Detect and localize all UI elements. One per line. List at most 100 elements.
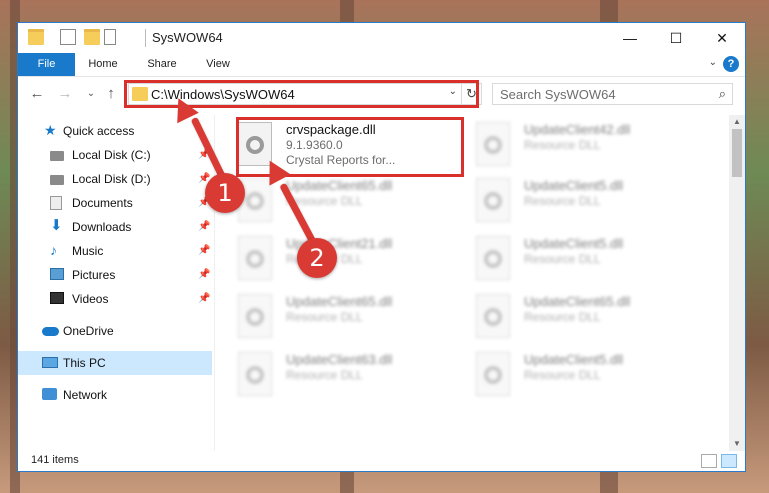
scroll-thumb[interactable] [732,129,742,177]
sidebar-item-label: OneDrive [63,324,114,338]
close-button[interactable]: ✕ [699,23,745,53]
documents-icon [50,196,62,210]
cloud-icon [42,327,59,336]
large-icons-view-button[interactable] [721,454,737,468]
list-item[interactable]: UpdateClient65.dll Resource DLL [228,291,448,345]
up-button[interactable]: ↑ [102,83,120,105]
sidebar-item-local-disk-c[interactable]: Local Disk (C:) 📌 [18,143,212,167]
sidebar-item-label: Network [63,388,108,402]
sidebar-item-label: Pictures [72,268,116,282]
navigation-bar: ← → ⌄ ↑ C:\Windows\SysWOW64 ⌄ ↻ Search S… [18,78,745,110]
new-folder-icon[interactable] [84,29,100,45]
window-title: SysWOW64 [152,30,223,45]
folder-icon [28,29,44,45]
file-list: crvspackage.dll 9.1.9360.0 Crystal Repor… [228,115,728,451]
file-name: UpdateClient5.dll [524,352,624,367]
sidebar-item-local-disk-d[interactable]: Local Disk (D:) 📌 [18,167,212,191]
annotation-badge-2: 2 [297,238,337,278]
sidebar-item-network[interactable]: Network [18,383,212,407]
dll-file-icon [476,236,510,280]
sidebar-item-quick-access[interactable]: ★ Quick access [18,119,212,143]
properties-icon[interactable] [60,29,76,45]
ribbon-collapse-icon[interactable]: ⌄ [709,57,717,68]
folder-icon [132,87,148,101]
dll-file-icon [238,236,272,280]
pin-icon: 📌 [198,221,211,232]
dll-file-icon [476,178,510,222]
tab-file[interactable]: File [18,53,75,76]
title-bar: SysWOW64 — ☐ ✕ [18,23,745,53]
vertical-scrollbar[interactable]: ▲ ▼ [729,115,745,451]
item-count: 141 items [31,454,79,466]
help-icon[interactable]: ? [723,56,739,72]
list-item[interactable]: UpdateClient65.dll Resource DLL [228,175,448,229]
videos-icon [50,292,64,304]
recent-locations-button[interactable]: ⌄ [82,83,100,105]
list-item[interactable]: UpdateClient5.dll Resource DLL [466,233,686,287]
file-description: Resource DLL [524,252,601,266]
list-item[interactable]: UpdateClient42.dll Resource DLL [466,119,686,173]
list-item[interactable]: UpdateClient5.dll Resource DLL [466,349,686,403]
title-separator [145,29,146,47]
tab-share[interactable]: Share [136,53,188,76]
network-icon [42,388,57,400]
scroll-down-button[interactable]: ▼ [729,437,745,451]
chevron-down-icon[interactable]: ⌄ [449,86,457,97]
list-item[interactable]: UpdateClient65.dll Resource DLL [466,291,686,345]
list-item[interactable]: UpdateClient5.dll Resource DLL [466,175,686,229]
gear-icon [246,136,264,154]
sidebar-item-downloads[interactable]: ⬇ Downloads 📌 [18,215,212,239]
file-name: UpdateClient5.dll [524,236,624,251]
file-description: Resource DLL [286,310,363,324]
file-description: Crystal Reports for... [286,153,396,167]
ribbon-tabs: File Home Share View ⌄ ? [18,53,745,77]
sidebar-item-label: Documents [72,196,133,210]
disk-icon [50,151,64,161]
annotation-badge-1: 1 [205,173,245,213]
sidebar-item-videos[interactable]: Videos 📌 [18,287,212,311]
file-name: crvspackage.dll [286,122,376,137]
sidebar-item-label: This PC [63,356,106,370]
file-name: UpdateClient63.dll [286,352,393,367]
customize-qa-icon[interactable] [104,29,116,45]
maximize-button[interactable]: ☐ [653,23,699,53]
tab-home[interactable]: Home [80,53,126,76]
sidebar-item-label: Music [72,244,104,258]
sidebar-item-label: Quick access [63,124,135,138]
file-name: UpdateClient65.dll [286,178,393,193]
sidebar-item-pictures[interactable]: Pictures 📌 [18,263,212,287]
minimize-button[interactable]: — [607,23,653,53]
details-view-button[interactable] [701,454,717,468]
tab-view[interactable]: View [196,53,240,76]
refresh-button[interactable]: ↻ [462,83,482,105]
sidebar-item-this-pc[interactable]: This PC [18,351,212,375]
sidebar-item-label: Local Disk (C:) [72,148,151,162]
sidebar-item-documents[interactable]: Documents 📌 [18,191,212,215]
gear-icon [246,250,264,268]
forward-button[interactable]: → [56,83,74,105]
list-item[interactable]: UpdateClient21.dll Resource DLL [228,233,448,287]
sidebar-item-onedrive[interactable]: OneDrive [18,319,212,343]
download-icon: ⬇ [50,217,63,234]
gear-icon [246,192,264,210]
gear-icon [484,308,502,326]
back-button[interactable]: ← [28,83,46,105]
pin-icon: 📌 [198,293,211,304]
file-name: UpdateClient65.dll [286,294,393,309]
search-icon[interactable]: ⌕ [719,86,726,102]
dll-file-icon [238,294,272,338]
scroll-up-button[interactable]: ▲ [729,115,745,129]
gear-icon [484,366,502,384]
sidebar-item-label: Videos [72,292,109,306]
gear-icon [484,250,502,268]
dll-file-icon [476,122,510,166]
explorer-window: SysWOW64 — ☐ ✕ File Home Share View ⌄ ? … [17,22,746,472]
list-item[interactable]: UpdateClient63.dll Resource DLL [228,349,448,403]
dll-file-icon [238,122,272,166]
search-placeholder: Search SysWOW64 [500,87,616,102]
gear-icon [484,192,502,210]
pictures-icon [50,268,64,280]
file-name: UpdateClient5.dll [524,178,624,193]
search-input[interactable]: Search SysWOW64 ⌕ [492,83,733,105]
sidebar-item-music[interactable]: ♪ Music 📌 [18,239,212,263]
